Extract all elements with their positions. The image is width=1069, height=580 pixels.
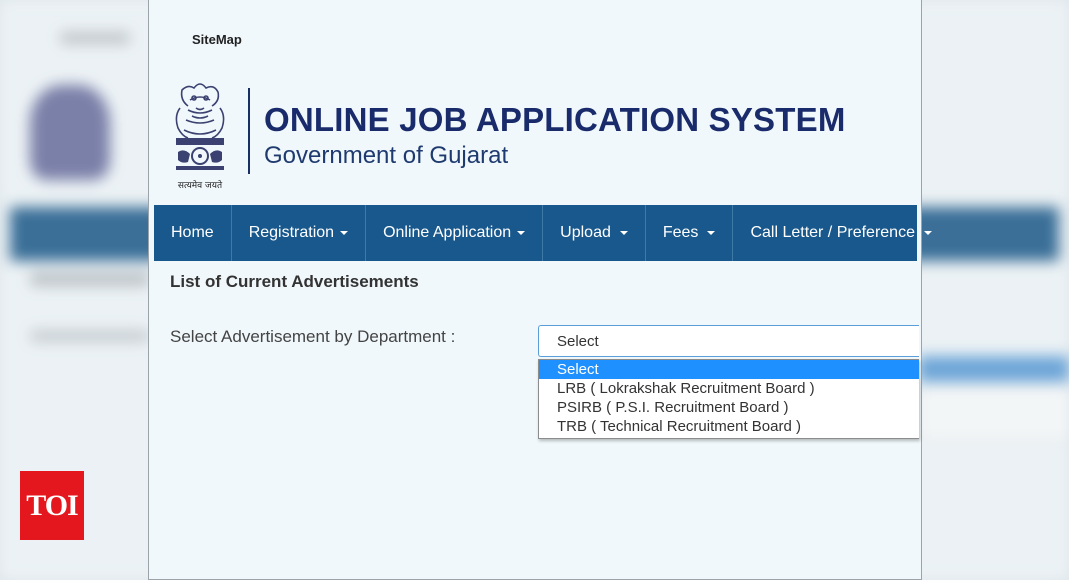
sitemap-link[interactable]: SiteMap	[192, 32, 242, 47]
caret-down-icon	[340, 231, 349, 235]
header-divider	[248, 88, 250, 174]
department-select[interactable]: Select	[538, 325, 919, 357]
nav-registration[interactable]: Registration	[232, 205, 367, 261]
nav-fees[interactable]: Fees	[646, 205, 734, 261]
emblem-motto: सत्यमेव जयते	[178, 179, 223, 191]
main-page: SiteMap सत्यमेव जयते ONLINE JOB APPLICAT…	[148, 0, 932, 580]
dropdown-option-lrb[interactable]: LRB ( Lokrakshak Recruitment Board )	[539, 379, 919, 398]
nav-home-label: Home	[171, 224, 214, 241]
nav-online-application[interactable]: Online Application	[366, 205, 544, 261]
nav-online-application-label: Online Application	[383, 224, 512, 241]
nav-call-letter-preference[interactable]: Call Letter / Preference	[733, 205, 949, 261]
dropdown-option-select[interactable]: Select	[539, 360, 919, 379]
nav-registration-label: Registration	[248, 224, 335, 241]
caret-down-icon	[619, 231, 628, 235]
background-emblem	[30, 85, 110, 180]
background-sitemap	[60, 32, 130, 44]
caret-down-icon	[923, 231, 932, 235]
nav-upload[interactable]: Upload	[543, 205, 646, 261]
main-navbar: Home Registration Online Application Upl…	[154, 205, 932, 261]
nav-upload-label: Upload	[560, 224, 611, 241]
nav-call-letter-label: Call Letter / Preference	[750, 224, 915, 241]
caret-down-icon	[517, 231, 526, 235]
department-dropdown-list: Select LRB ( Lokrakshak Recruitment Boar…	[538, 359, 919, 439]
background-select-highlight	[918, 356, 1069, 382]
dropdown-option-psirb[interactable]: PSIRB ( P.S.I. Recruitment Board )	[539, 398, 919, 417]
background-text	[30, 330, 150, 342]
toi-watermark-logo: TOI	[20, 471, 84, 540]
toi-logo-text: TOI	[26, 488, 78, 522]
state-emblem-icon: सत्यमेव जयते	[175, 83, 225, 191]
background-text	[30, 272, 150, 286]
dropdown-option-trb[interactable]: TRB ( Technical Recruitment Board )	[539, 417, 919, 436]
department-select-label: Select Advertisement by Department :	[170, 327, 456, 346]
site-subtitle: Government of Gujarat	[264, 142, 509, 169]
nav-fees-label: Fees	[662, 224, 699, 241]
background-dropdown	[918, 385, 1069, 442]
caret-down-icon	[707, 231, 716, 235]
nav-home[interactable]: Home	[154, 205, 232, 261]
section-heading: List of Current Advertisements	[170, 272, 419, 291]
site-title: ONLINE JOB APPLICATION SYSTEM	[264, 101, 846, 138]
